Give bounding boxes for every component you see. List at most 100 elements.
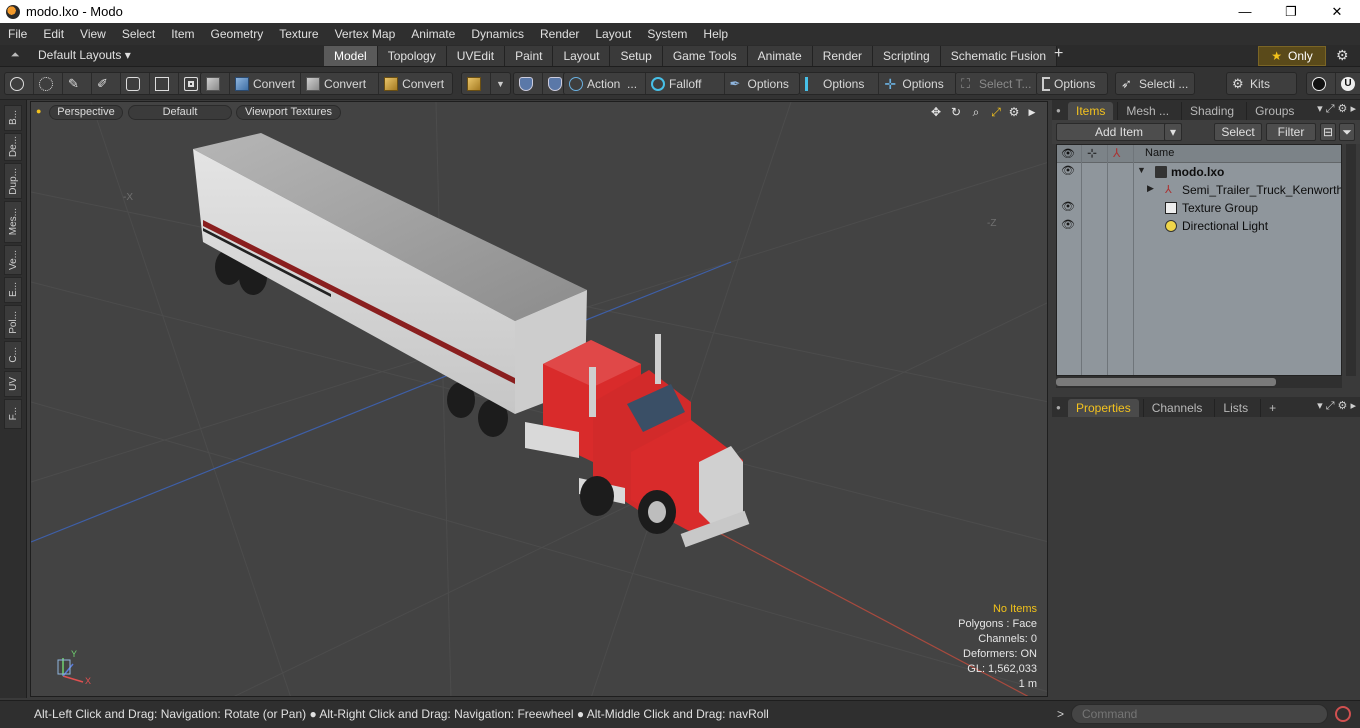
tab-layout[interactable]: Layout <box>553 46 611 66</box>
left-tab-vertex[interactable]: Ve... <box>4 245 22 275</box>
tab-game-tools[interactable]: Game Tools <box>662 46 748 66</box>
3d-viewport[interactable]: -X -Z Y X ● Perspective Default Viewport… <box>30 101 1048 697</box>
brush-tool-button[interactable]: ✐ <box>92 73 121 94</box>
maximize-view-icon[interactable]: ⤢ <box>989 105 1003 119</box>
viewport-menu-dot-icon[interactable]: ● <box>36 106 41 116</box>
select-through-button[interactable]: ⛶ Select T... <box>956 73 1037 94</box>
options-2-button[interactable]: Options <box>800 73 880 94</box>
shading-mode-pill[interactable]: Default <box>128 105 232 120</box>
tree-row-scene[interactable]: 👁 ▼ modo.lxo <box>1057 163 1341 181</box>
tab-shading[interactable]: Shading <box>1181 102 1242 120</box>
left-tab-mesh-edit[interactable]: Mes... <box>4 201 22 243</box>
default-layouts-dropdown[interactable]: Default Layouts ▾ <box>38 48 131 62</box>
rotate-view-icon[interactable]: ↻ <box>949 105 963 119</box>
collapsed-arrow-icon[interactable]: ▶ <box>1147 183 1154 194</box>
tab-groups[interactable]: Groups <box>1246 102 1302 120</box>
left-tab-edge[interactable]: E... <box>4 277 22 303</box>
add-item-dropdown-button[interactable]: ▾ <box>1164 123 1182 141</box>
items-vertical-scrollbar[interactable] <box>1346 144 1356 376</box>
action-center-button[interactable]: Action ... <box>564 73 647 94</box>
view-mode-pill[interactable]: Perspective <box>49 105 123 120</box>
options-1-button[interactable]: ✒ Options <box>725 73 799 94</box>
filter-button[interactable]: Filter <box>1266 123 1316 141</box>
convert-3-button[interactable]: Convert <box>379 73 452 94</box>
tree-row-texture-group[interactable]: 👁 Texture Group <box>1057 199 1341 217</box>
tab-animate[interactable]: Animate <box>747 46 813 66</box>
visibility-eye-icon[interactable]: 👁 <box>1061 201 1075 213</box>
lock-column-icon[interactable]: ⊹ <box>1087 146 1097 160</box>
tab-scripting[interactable]: Scripting <box>873 46 941 66</box>
add-properties-tab-button[interactable]: + <box>1260 399 1284 417</box>
viewport-textures-pill[interactable]: Viewport Textures <box>236 105 341 120</box>
polygons-mode-button[interactable] <box>150 73 179 94</box>
snap-cube-button[interactable] <box>462 73 491 94</box>
left-tab-curve[interactable]: C... <box>4 341 22 369</box>
left-tab-uv[interactable]: UV <box>4 371 22 397</box>
items-panel-menu-dot-icon[interactable]: ● <box>1056 102 1064 120</box>
record-macro-icon[interactable] <box>1335 706 1351 722</box>
tab-uvedit[interactable]: UVEdit <box>446 46 506 66</box>
menu-help[interactable]: Help <box>695 23 736 45</box>
menu-view[interactable]: View <box>72 23 114 45</box>
menu-vertex-map[interactable]: Vertex Map <box>327 23 404 45</box>
viewport-settings-gear-icon[interactable]: ⚙ <box>1007 105 1021 119</box>
tab-topology[interactable]: Topology <box>377 46 447 66</box>
menu-dynamics[interactable]: Dynamics <box>463 23 532 45</box>
edges-mode-button[interactable] <box>121 73 150 94</box>
menu-item[interactable]: Item <box>163 23 202 45</box>
menu-edit[interactable]: Edit <box>35 23 72 45</box>
tab-schematic-fusion[interactable]: Schematic Fusion <box>940 46 1058 66</box>
tab-render[interactable]: Render <box>812 46 874 66</box>
menu-select[interactable]: Select <box>114 23 163 45</box>
convert-1-button[interactable]: Convert <box>230 73 302 94</box>
minimize-button[interactable]: — <box>1222 0 1268 23</box>
axis-column-icon[interactable]: ⅄ <box>1113 146 1120 160</box>
menu-geometry[interactable]: Geometry <box>203 23 272 45</box>
tab-paint[interactable]: Paint <box>505 46 554 66</box>
collapse-arrow-icon[interactable]: ⏶ <box>8 49 22 63</box>
menu-render[interactable]: Render <box>532 23 587 45</box>
command-input[interactable] <box>1071 704 1328 724</box>
collapse-list-button[interactable]: ⊟ <box>1320 123 1336 141</box>
visibility-eye-icon[interactable]: 👁 <box>1061 219 1075 231</box>
left-tab-duplicate[interactable]: Dup... <box>4 163 22 199</box>
menu-system[interactable]: System <box>639 23 695 45</box>
visibility-eye-icon[interactable]: 👁 <box>1061 165 1075 177</box>
only-toggle-button[interactable]: ★ Only <box>1258 46 1326 66</box>
left-tab-polygon[interactable]: Pol... <box>4 305 22 339</box>
properties-panel-menu-dot-icon[interactable]: ● <box>1056 399 1064 417</box>
globe-button[interactable] <box>34 73 63 94</box>
menu-file[interactable]: File <box>0 23 35 45</box>
snap-dropdown-button[interactable]: ▼ <box>491 73 510 94</box>
gear-icon[interactable]: ⚙ <box>1336 47 1349 64</box>
tab-items[interactable]: Items <box>1068 102 1114 120</box>
maximize-button[interactable]: ❐ <box>1268 0 1314 23</box>
unity-button[interactable] <box>1307 73 1336 94</box>
kits-button[interactable]: ⚙ Kits <box>1227 73 1296 94</box>
tab-lists[interactable]: Lists <box>1214 399 1256 417</box>
select-button[interactable]: Select <box>1214 123 1262 141</box>
zoom-view-icon[interactable]: ⌕ <box>969 105 983 119</box>
move-view-icon[interactable]: ✥ <box>929 105 943 119</box>
vertex-mode-button[interactable] <box>5 73 34 94</box>
tree-row-truck-mesh[interactable]: ▶ ⅄ Semi_Trailer_Truck_Kenworth ... <box>1057 181 1341 199</box>
viewport-more-arrow-icon[interactable]: ▶ <box>1025 105 1039 119</box>
visibility-column-eye-icon[interactable]: 👁 <box>1061 147 1075 160</box>
left-tab-fusion[interactable]: F... <box>4 399 22 429</box>
falloff-button[interactable]: Falloff <box>646 73 725 94</box>
tab-model[interactable]: Model <box>324 46 378 66</box>
options-3-button[interactable]: ✛ Options <box>879 73 955 94</box>
properties-panel-window-controls[interactable]: ▾ ⤢ ⚙ ▸ <box>1317 399 1356 413</box>
items-panel-window-controls[interactable]: ▾ ⤢ ⚙ ▸ <box>1317 102 1356 116</box>
convert-2-button[interactable]: Convert <box>301 73 380 94</box>
tab-mesh[interactable]: Mesh ... <box>1117 102 1177 120</box>
expand-arrow-icon[interactable]: ▼ <box>1137 165 1146 175</box>
menu-texture[interactable]: Texture <box>271 23 326 45</box>
close-button[interactable]: ✕ <box>1314 0 1360 23</box>
shield-1-button[interactable] <box>514 73 543 94</box>
tab-properties[interactable]: Properties <box>1068 399 1139 417</box>
unreal-button[interactable]: U <box>1336 73 1360 94</box>
solid-cube-button[interactable] <box>201 73 230 94</box>
scrollbar-thumb[interactable] <box>1056 378 1276 386</box>
tab-setup[interactable]: Setup <box>610 46 663 66</box>
